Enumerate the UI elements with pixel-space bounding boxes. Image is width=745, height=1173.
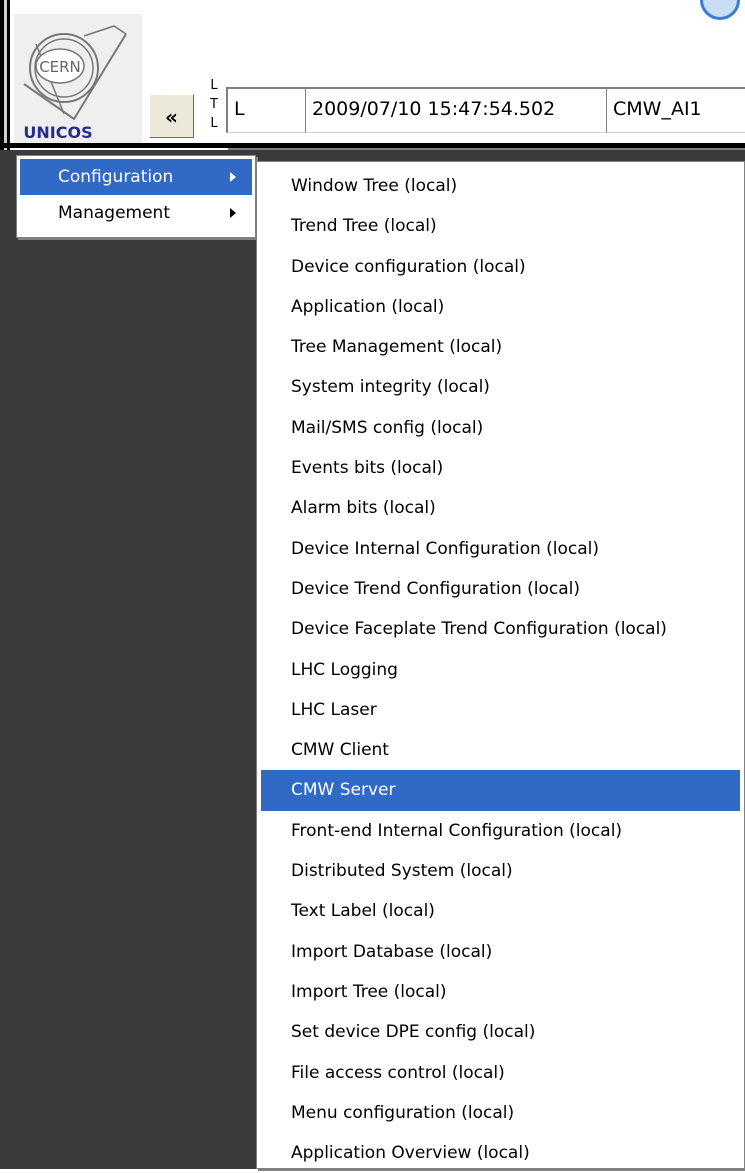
submenu-item[interactable]: Import Database (local) — [261, 932, 740, 972]
timestamp-field: 2009/07/10 15:47:54.502 — [305, 87, 606, 133]
submenu-item[interactable]: Device configuration (local) — [261, 247, 740, 287]
submenu-item[interactable]: System integrity (local) — [261, 367, 740, 407]
submenu-item[interactable]: Application Overview (local) — [261, 1133, 740, 1173]
mode-field: L — [226, 87, 305, 133]
submenu-item[interactable]: LHC Laser — [261, 690, 740, 730]
submenu-item[interactable]: Alarm bits (local) — [261, 488, 740, 528]
submenu-item[interactable]: CMW Client — [261, 730, 740, 770]
submenu-item[interactable]: Distributed System (local) — [261, 851, 740, 891]
ltl-letter-2: T — [210, 97, 218, 112]
submenu-item[interactable]: Device Internal Configuration (local) — [261, 529, 740, 569]
submenu-item[interactable]: CMW Server — [261, 770, 740, 811]
submenu-item[interactable]: Menu configuration (local) — [261, 1093, 740, 1133]
submenu-item[interactable]: Import Tree (local) — [261, 972, 740, 1012]
configuration-submenu: Window Tree (local) Trend Tree (local) Dev… — [256, 161, 745, 1169]
submenu-item[interactable]: Application (local) — [261, 287, 740, 327]
submenu-item[interactable]: LHC Logging — [261, 650, 740, 690]
submenu-item[interactable]: Device Faceplate Trend Configuration (lo… — [261, 609, 740, 649]
logo-text-cern: CERN — [39, 58, 81, 76]
ltl-letter-3: L — [210, 116, 218, 131]
menu-item-configuration[interactable]: Configuration — [20, 159, 252, 195]
top-toolbar: CERN UNICOS « L T L L 2009/07/10 15:47:5… — [0, 0, 745, 150]
window-frame-left — [0, 0, 10, 150]
logo-text-unicos: UNICOS — [23, 123, 92, 142]
cern-logo-icon: CERN UNICOS — [23, 25, 127, 142]
menu-item-management[interactable]: Management — [20, 195, 252, 231]
globe-icon — [700, 0, 740, 20]
submenu-item[interactable]: Set device DPE config (local) — [261, 1012, 740, 1052]
device-name-field: CMW_AI1 — [606, 87, 745, 133]
submenu-item[interactable]: Events bits (local) — [261, 448, 740, 488]
ltl-letter-1: L — [210, 78, 218, 93]
submenu-arrow-icon — [230, 208, 236, 218]
submenu-item[interactable]: Front-end Internal Configuration (local) — [261, 811, 740, 851]
main-context-menu: Configuration Management — [16, 155, 256, 238]
collapse-back-button[interactable]: « — [149, 94, 194, 138]
submenu-item[interactable]: Device Trend Configuration (local) — [261, 569, 740, 609]
menu-item-label: Configuration — [58, 167, 174, 187]
cern-unicos-logo: CERN UNICOS — [14, 13, 142, 146]
submenu-arrow-icon — [230, 172, 236, 182]
ltl-indicator: L T L — [205, 76, 223, 133]
submenu-item[interactable]: Text Label (local) — [261, 891, 740, 931]
submenu-item[interactable]: Window Tree (local) — [261, 166, 740, 206]
submenu-item[interactable]: File access control (local) — [261, 1053, 740, 1093]
menu-item-label: Management — [58, 203, 170, 223]
submenu-item[interactable]: Tree Management (local) — [261, 327, 740, 367]
submenu-item[interactable]: Trend Tree (local) — [261, 206, 740, 246]
submenu-item[interactable]: Mail/SMS config (local) — [261, 408, 740, 448]
